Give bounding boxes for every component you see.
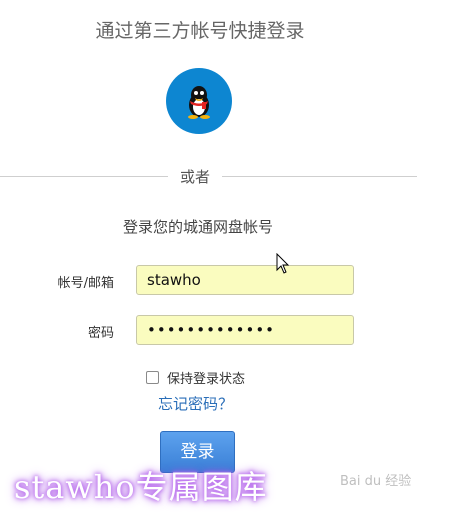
login-subtitle: 登录您的城通网盘帐号 (122, 218, 273, 236)
qq-penguin-icon (188, 86, 210, 119)
password-input[interactable] (136, 315, 354, 345)
checkbox-box[interactable] (146, 371, 159, 384)
baidu-jingyan-watermark: Bai du 经验 (340, 474, 412, 489)
page-title: 通过第三方帐号快捷登录 (95, 20, 305, 42)
account-label: 帐号/邮箱 (57, 276, 114, 291)
password-label: 密码 (87, 326, 114, 341)
watermark-text: stawho专属图库 (14, 468, 268, 506)
or-separator-text: 或者 (179, 168, 210, 186)
account-input[interactable] (136, 265, 354, 295)
divider-line-right (222, 176, 417, 177)
forgot-password-link[interactable]: 忘记密码？ (158, 393, 233, 414)
divider-line-left (0, 176, 168, 177)
remember-me-checkbox[interactable]: 保持登录状态 (146, 368, 245, 387)
remember-me-label: 保持登录状态 (167, 372, 246, 387)
qq-login-button[interactable] (166, 68, 232, 134)
mouse-cursor-icon (276, 253, 290, 274)
